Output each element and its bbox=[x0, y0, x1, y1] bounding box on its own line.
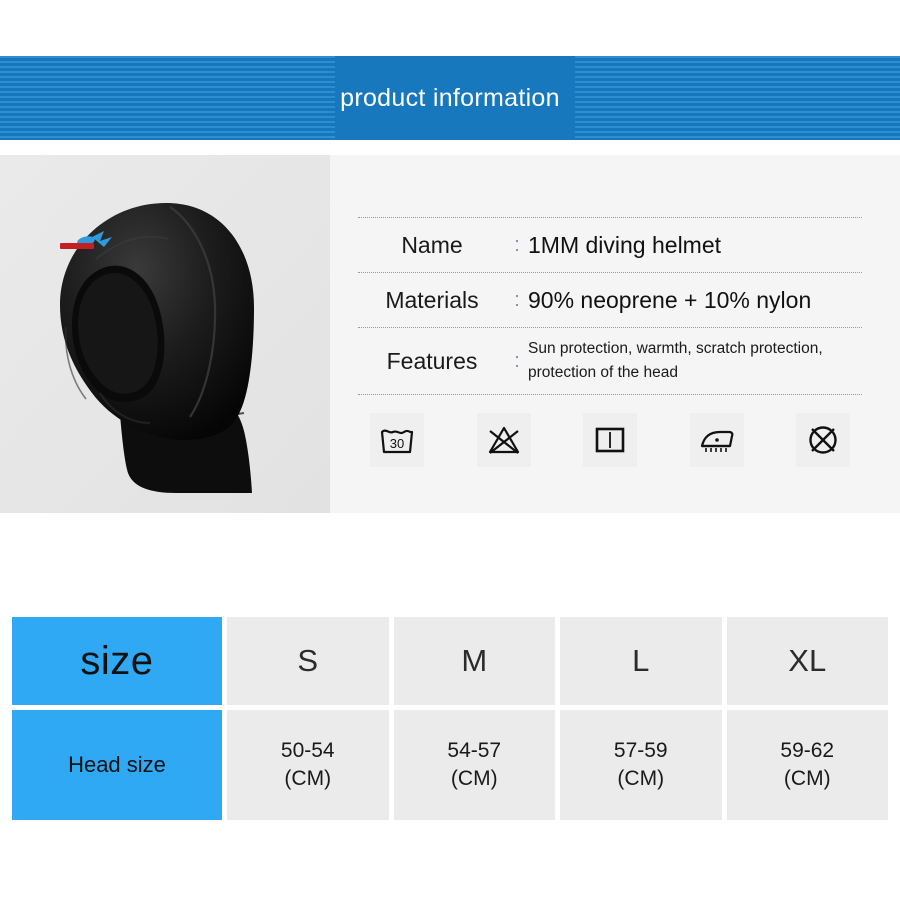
table-row-size: size S M L XL bbox=[12, 617, 888, 705]
drip-dry-icon bbox=[583, 413, 637, 467]
do-not-bleach-icon bbox=[476, 413, 531, 467]
spec-colon-materials: : bbox=[514, 288, 520, 311]
svg-text:30: 30 bbox=[390, 436, 404, 451]
table-header-head-size-label: Head size bbox=[68, 752, 166, 777]
size-code-m: M bbox=[461, 643, 488, 678]
product-photo bbox=[0, 155, 330, 513]
head-range-l: 57-59 (CM) bbox=[613, 738, 668, 790]
divider-after-features bbox=[358, 394, 862, 395]
spec-row-materials: Materials : 90% neoprene + 10% nylon bbox=[358, 273, 862, 327]
spec-value-materials: 90% neoprene + 10% nylon bbox=[528, 286, 812, 313]
table-cell-head-size-m: 54-57 (CM) bbox=[393, 710, 555, 820]
table-cell-size-l: L bbox=[560, 617, 722, 705]
spec-label-features: Features bbox=[386, 347, 478, 374]
size-code-xl: XL bbox=[788, 643, 827, 678]
care-symbols-row: 30 bbox=[358, 413, 862, 467]
spec-colon-features: : bbox=[514, 349, 520, 372]
do-not-tumble-dry-icon bbox=[796, 413, 850, 467]
table-cell-size-xl: XL bbox=[726, 617, 888, 705]
spec-colon-name: : bbox=[514, 233, 520, 256]
iron-steam-icon bbox=[689, 413, 744, 467]
head-range-s: 50-54 (CM) bbox=[280, 738, 335, 790]
spec-value-name: 1MM diving helmet bbox=[528, 231, 722, 258]
product-info-section: Name : 1MM diving helmet Materials : 90%… bbox=[0, 155, 900, 513]
product-information-banner: product information bbox=[0, 56, 900, 140]
head-range-m: 54-57 (CM) bbox=[447, 738, 502, 790]
table-cell-head-size-l: 57-59 (CM) bbox=[560, 710, 722, 820]
size-code-s: S bbox=[297, 643, 319, 678]
spec-value-features-line1: Sun protection, warmth, scratch protecti… bbox=[528, 339, 823, 357]
spec-row-features: Features : Sun protection, warmth, scrat… bbox=[358, 328, 862, 394]
spec-row-name: Name : 1MM diving helmet bbox=[358, 218, 862, 272]
table-cell-head-size-s: 50-54 (CM) bbox=[227, 710, 389, 820]
table-header-size: size bbox=[12, 617, 222, 705]
size-chart-table: size S M L XL Head size 50-54 (CM) 54-57 bbox=[12, 617, 888, 820]
size-code-l: L bbox=[632, 643, 650, 678]
table-header-head-size: Head size bbox=[12, 710, 222, 820]
spec-value-features: Sun protection, warmth, scratch protecti… bbox=[528, 337, 823, 385]
specification-rows: Name : 1MM diving helmet Materials : 90%… bbox=[358, 217, 862, 395]
banner-title: product information bbox=[340, 83, 560, 112]
table-cell-head-size-xl: 59-62 (CM) bbox=[726, 710, 888, 820]
specification-panel: Name : 1MM diving helmet Materials : 90%… bbox=[330, 155, 900, 513]
spec-value-features-line2: protection of the head bbox=[528, 364, 678, 381]
diving-hood-illustration bbox=[0, 155, 330, 513]
table-cell-size-m: M bbox=[393, 617, 555, 705]
table-cell-size-s: S bbox=[227, 617, 389, 705]
table-header-size-label: size bbox=[80, 638, 154, 683]
wash-30-icon: 30 bbox=[370, 413, 424, 467]
spec-label-name: Name bbox=[401, 231, 463, 258]
spec-label-materials: Materials bbox=[385, 286, 479, 313]
head-range-xl: 59-62 (CM) bbox=[780, 738, 835, 790]
table-row-head-size: Head size 50-54 (CM) 54-57 (CM) 57-59 (C… bbox=[12, 710, 888, 820]
